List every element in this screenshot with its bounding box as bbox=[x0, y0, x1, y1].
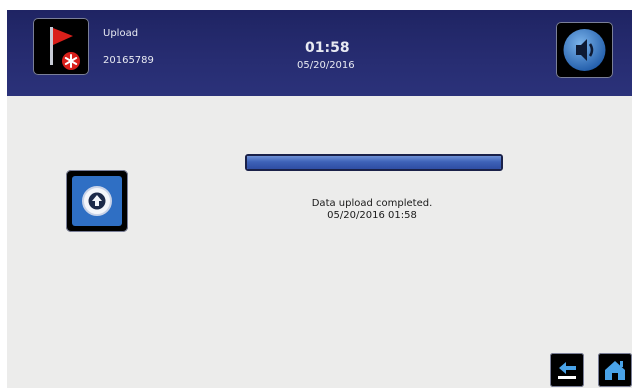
header-bar: Upload 20165789 01:58 05/20/2016 bbox=[7, 10, 632, 96]
home-button[interactable] bbox=[598, 353, 632, 387]
clock-time: 01:58 bbox=[305, 40, 350, 56]
speaker-icon bbox=[563, 29, 606, 71]
device-screen: Upload 20165789 01:58 05/20/2016 Data up… bbox=[7, 10, 632, 388]
upload-progress-bar bbox=[245, 154, 503, 171]
mode-label: Upload bbox=[103, 28, 139, 39]
home-icon bbox=[605, 361, 625, 380]
back-button[interactable] bbox=[550, 353, 584, 387]
upload-button[interactable] bbox=[66, 170, 128, 232]
upload-progress-fill bbox=[247, 156, 501, 169]
sound-button[interactable] bbox=[556, 22, 613, 78]
id-number: 20165789 bbox=[103, 55, 154, 66]
back-arrow-icon bbox=[558, 362, 576, 379]
flag-alert-button[interactable] bbox=[33, 18, 89, 75]
clock-date: 05/20/2016 bbox=[297, 60, 355, 71]
completed-timestamp: 05/20/2016 01:58 bbox=[327, 210, 417, 221]
upload-arrow-icon bbox=[72, 176, 122, 226]
flag-alert-icon bbox=[50, 27, 80, 70]
status-message: Data upload completed. bbox=[311, 198, 433, 209]
